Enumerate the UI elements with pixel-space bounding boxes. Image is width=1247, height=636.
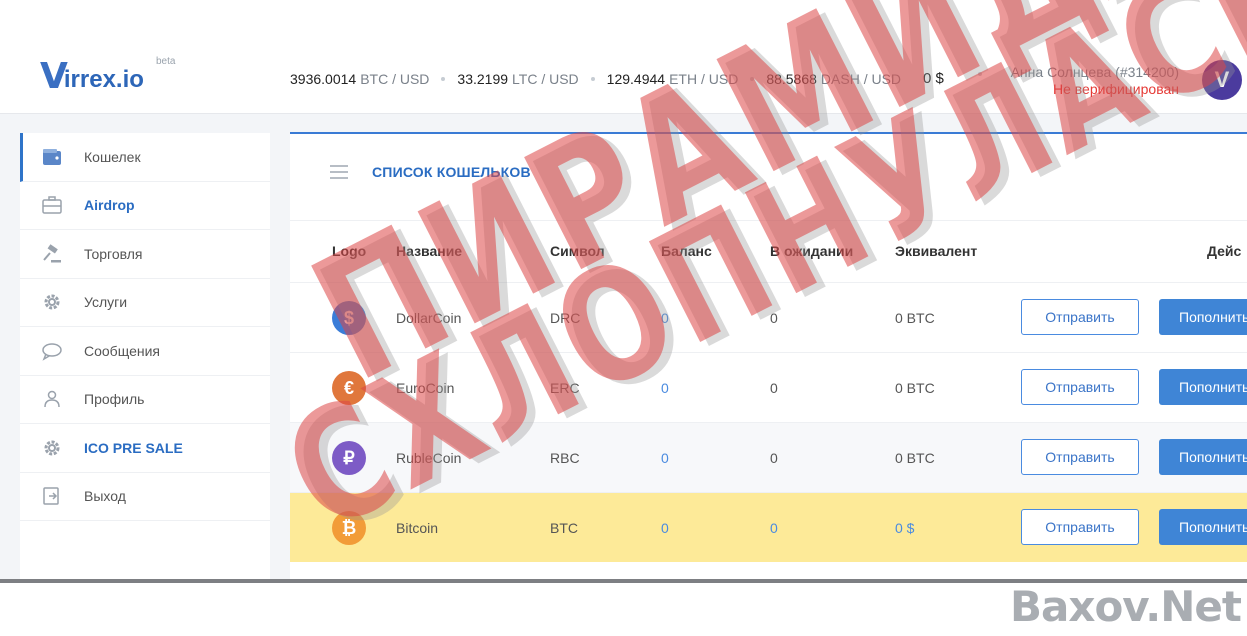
topup-button[interactable]: Пополнить (1159, 439, 1247, 475)
table-row: ₿ Bitcoin BTC 0 0 0 $ Отправить Пополнит… (290, 492, 1247, 562)
coin-equivalent: 0 BTC (895, 380, 935, 396)
top-header: V irrex.io beta 3936.0014 BTC / USD 33.2… (0, 0, 1247, 114)
avatar[interactable]: V (1202, 60, 1242, 100)
gear-icon (40, 290, 64, 314)
bitcoin-icon: ₿ (332, 511, 366, 545)
euro-coin-icon: € (332, 371, 366, 405)
send-button[interactable]: Отправить (1021, 439, 1139, 475)
brand-logo[interactable]: V irrex.io beta (40, 56, 175, 95)
menu-icon[interactable] (330, 165, 348, 179)
sidebar-item-ico-presale[interactable]: ICO PRE SALE (20, 424, 270, 473)
coin-balance: 0 (661, 310, 669, 326)
coin-equivalent: 0 BTC (895, 450, 935, 466)
coin-name: DollarCoin (396, 310, 462, 326)
column-header-balance: Баланс (661, 243, 712, 259)
sidebar-item-messages[interactable]: Сообщения (20, 327, 270, 376)
dollar-coin-icon: $ (332, 301, 366, 335)
coin-symbol: DRC (550, 310, 581, 326)
rate-ltc: 33.2199 LTC / USD (457, 70, 579, 87)
user-separator (978, 72, 982, 76)
gavel-icon (40, 242, 64, 266)
send-button[interactable]: Отправить (1021, 299, 1139, 335)
sidebar-item-airdrop[interactable]: Airdrop (20, 182, 270, 230)
exchange-rates: 3936.0014 BTC / USD 33.2199 LTC / USD 12… (290, 70, 944, 87)
sidebar-item-logout[interactable]: Выход (20, 473, 270, 521)
coin-pending: 0 (770, 450, 778, 466)
column-header-pending: В ожидании (770, 243, 854, 259)
sidebar-item-label: Кошелек (84, 148, 141, 165)
logout-icon (40, 484, 64, 508)
send-button[interactable]: Отправить (1021, 369, 1139, 405)
sidebar-item-services[interactable]: Услуги (20, 279, 270, 327)
rate-separator (590, 76, 595, 81)
gear-icon (40, 436, 64, 460)
coin-equivalent: 0 BTC (895, 310, 935, 326)
briefcase-icon (40, 193, 64, 217)
ruble-coin-icon: ₽ (332, 441, 366, 475)
column-header-actions: Дейс (1207, 243, 1242, 259)
coin-name: EuroCoin (396, 380, 455, 396)
rate-separator (750, 76, 755, 81)
panel-title: СПИСОК КОШЕЛЬКОВ (372, 164, 531, 180)
rate-dash: 88.5868 DASH / USD (766, 70, 902, 87)
sidebar-item-profile[interactable]: Профиль (20, 376, 270, 424)
verification-status: Не верифицирован (1052, 81, 1179, 97)
coin-symbol: BTC (550, 520, 578, 536)
table-header: Logo Название Символ Баланс В ожидании Э… (290, 220, 1247, 282)
table-row: $ DollarCoin DRC 0 0 0 BTC Отправить Поп… (290, 282, 1247, 352)
account-balance: 0 $ (923, 70, 944, 87)
coin-name: RubleCoin (396, 450, 462, 466)
sidebar-item-label: ICO PRE SALE (84, 439, 183, 456)
coin-symbol: RBC (550, 450, 580, 466)
topup-button[interactable]: Пополнить (1159, 369, 1247, 405)
rate-separator (441, 76, 446, 81)
coin-pending: 0 (770, 520, 778, 536)
topup-button[interactable]: Пополнить (1159, 509, 1247, 545)
column-header-name: Название (396, 243, 463, 259)
table-row: ₽ RubleCoin RBC 0 0 0 BTC Отправить Попо… (290, 422, 1247, 492)
sidebar-item-label: Airdrop (84, 197, 135, 214)
beta-badge: beta (156, 56, 176, 67)
table-row: € EuroCoin ERC 0 0 0 BTC Отправить Попол… (290, 352, 1247, 422)
sidebar-item-label: Услуги (84, 294, 128, 311)
coin-balance: 0 (661, 520, 669, 536)
coin-name: Bitcoin (396, 520, 439, 536)
wallet-icon (40, 145, 64, 169)
coin-balance: 0 (661, 380, 669, 396)
send-button[interactable]: Отправить (1021, 509, 1139, 545)
column-header-symbol: Символ (550, 243, 605, 259)
column-header-logo: Logo (332, 243, 367, 259)
chat-icon (40, 339, 64, 363)
user-icon (40, 387, 64, 411)
sidebar-item-label: Выход (84, 488, 126, 505)
column-header-equivalent: Эквивалент (895, 243, 978, 259)
sidebar-item-trading[interactable]: Торговля (20, 230, 270, 279)
rate-eth: 129.4944 ETH / USD (606, 70, 739, 87)
coin-balance: 0 (661, 450, 669, 466)
rate-btc: 3936.0014 BTC / USD (290, 70, 430, 87)
logo-text: irrex.io (63, 66, 144, 93)
panel-header: СПИСОК КОШЕЛЬКОВ (330, 164, 531, 180)
sidebar-item-wallet[interactable]: Кошелек (20, 133, 270, 182)
sidebar: Кошелек Airdrop Торговля Услуги Сообщени… (20, 133, 270, 579)
site-watermark: Baxov.Net (1010, 582, 1242, 631)
user-info[interactable]: Анна Солнцева (#314200) Не верифицирован (1011, 64, 1179, 98)
user-name: Анна Солнцева (#314200) (1010, 64, 1179, 80)
sidebar-item-label: Торговля (84, 245, 143, 262)
sidebar-item-label: Сообщения (84, 342, 160, 359)
coin-pending: 0 (770, 310, 778, 326)
coin-equivalent: 0 $ (895, 520, 915, 536)
sidebar-item-label: Профиль (84, 391, 145, 408)
coin-symbol: ERC (550, 380, 580, 396)
wallet-list-panel: СПИСОК КОШЕЛЬКОВ Logo Название Символ Ба… (290, 132, 1247, 580)
coin-pending: 0 (770, 380, 778, 396)
topup-button[interactable]: Пополнить (1159, 299, 1247, 335)
